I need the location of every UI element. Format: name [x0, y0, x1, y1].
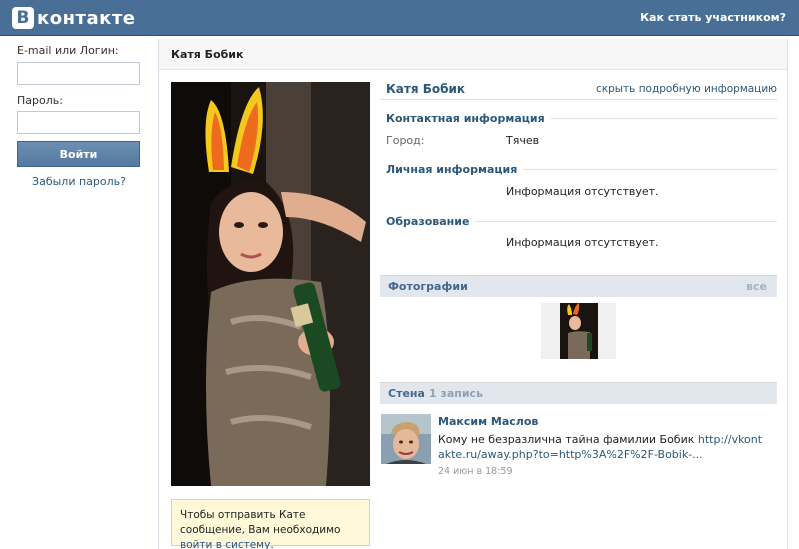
post-author-link[interactable]: Максим Маслов	[438, 415, 538, 428]
page-title: Катя Бобик	[171, 48, 244, 61]
notice-text: Чтобы отправить Кате сообщение, Вам необ…	[180, 509, 341, 536]
notice-login-link[interactable]: войти в систему	[180, 539, 270, 549]
photo-thumbnail[interactable]	[541, 303, 616, 359]
photos-title: Фотографии	[388, 280, 468, 293]
join-link[interactable]: Как стать участником?	[640, 11, 786, 24]
notice-end: .	[270, 539, 274, 549]
post-text: Кому не безразлична тайна фамилии Бобик …	[438, 432, 768, 462]
profile-name-row: Катя Бобик скрыть подробную информацию	[380, 82, 777, 100]
personal-divider	[498, 169, 777, 170]
profile-main: Катя Бобик Чтобы отправить Кате сообщени…	[158, 39, 788, 549]
logo-text: контакте	[37, 7, 136, 29]
password-input[interactable]	[17, 111, 140, 134]
education-divider	[466, 221, 777, 222]
photos-all-link[interactable]: все	[746, 280, 767, 293]
contact-section-title: Контактная информация	[386, 112, 551, 125]
profile-photo-image	[171, 82, 370, 486]
login-button[interactable]: Войти	[17, 141, 140, 167]
wall-title: Стена	[388, 387, 425, 400]
profile-photo[interactable]	[171, 82, 370, 486]
forgot-password-link[interactable]: Забыли пароль?	[0, 175, 158, 188]
photo-thumbnail-image	[559, 303, 598, 359]
education-section-title: Образование	[386, 215, 476, 228]
personal-section-title: Личная информация	[386, 163, 524, 176]
profile-name: Катя Бобик	[386, 82, 466, 96]
email-label: E-mail или Логин:	[17, 44, 119, 57]
avatar-image	[381, 414, 431, 464]
personal-empty: Информация отсутствует.	[506, 185, 659, 198]
top-header: B контакте Как стать участником?	[0, 0, 799, 36]
photos-header[interactable]: Фотографии все	[380, 275, 777, 297]
city-value: Тячев	[506, 134, 540, 147]
wall-count: 1 запись	[428, 387, 484, 400]
logo-box-icon: B	[12, 7, 34, 29]
city-label: Город:	[386, 134, 425, 147]
post-body: Кому не безразлична тайна фамилии Бобик	[438, 433, 698, 446]
contact-divider	[520, 118, 777, 119]
email-input[interactable]	[17, 62, 140, 85]
wall-title-wrap: Стена 1 запись	[388, 387, 483, 400]
login-sidebar: E-mail или Логин: Пароль: Войти Забыли п…	[0, 37, 158, 549]
post-date: 24 июн в 18:59	[438, 466, 513, 477]
hide-info-link[interactable]: скрыть подробную информацию	[596, 83, 777, 95]
password-label: Пароль:	[17, 94, 63, 107]
page-header: Катя Бобик	[159, 39, 787, 70]
education-empty: Информация отсутствует.	[506, 236, 659, 249]
vk-logo[interactable]: B контакте	[12, 6, 135, 30]
login-notice: Чтобы отправить Кате сообщение, Вам необ…	[171, 499, 370, 549]
wall-header[interactable]: Стена 1 запись	[380, 382, 777, 404]
post-author-avatar[interactable]	[381, 414, 431, 464]
